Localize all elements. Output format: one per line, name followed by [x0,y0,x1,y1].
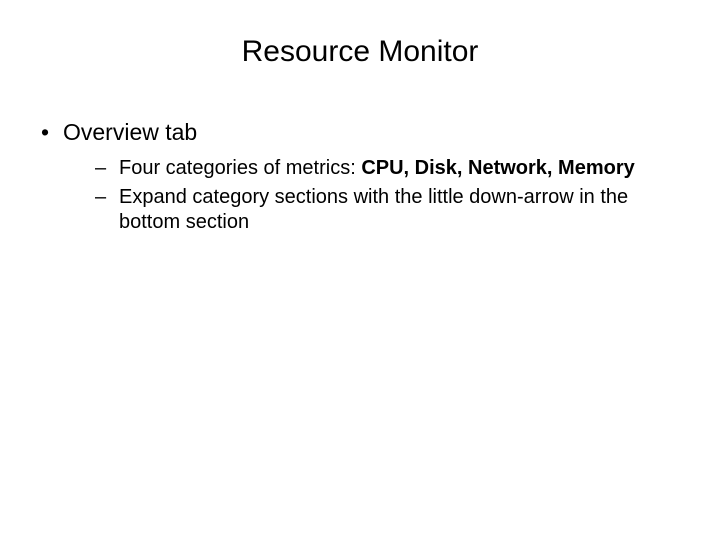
slide-title: Resource Monitor [35,35,685,69]
sub-item-categories: Four categories of metrics: CPU, Disk, N… [63,156,685,181]
sub-item-expand: Expand category sections with the little… [63,185,685,235]
sub-item-categories-prefix: Four categories of metrics: [119,157,361,179]
sub-item-categories-bold: CPU, Disk, Network, Memory [361,157,634,179]
sub-item-expand-text: Expand category sections with the little… [119,186,628,233]
bullet-item-overview: Overview tab Four categories of metrics:… [35,119,685,235]
bullet-list-level1: Overview tab Four categories of metrics:… [35,119,685,235]
slide: Resource Monitor Overview tab Four categ… [0,0,720,540]
bullet-list-level2: Four categories of metrics: CPU, Disk, N… [63,156,685,235]
bullet-item-overview-text: Overview tab [63,119,197,145]
